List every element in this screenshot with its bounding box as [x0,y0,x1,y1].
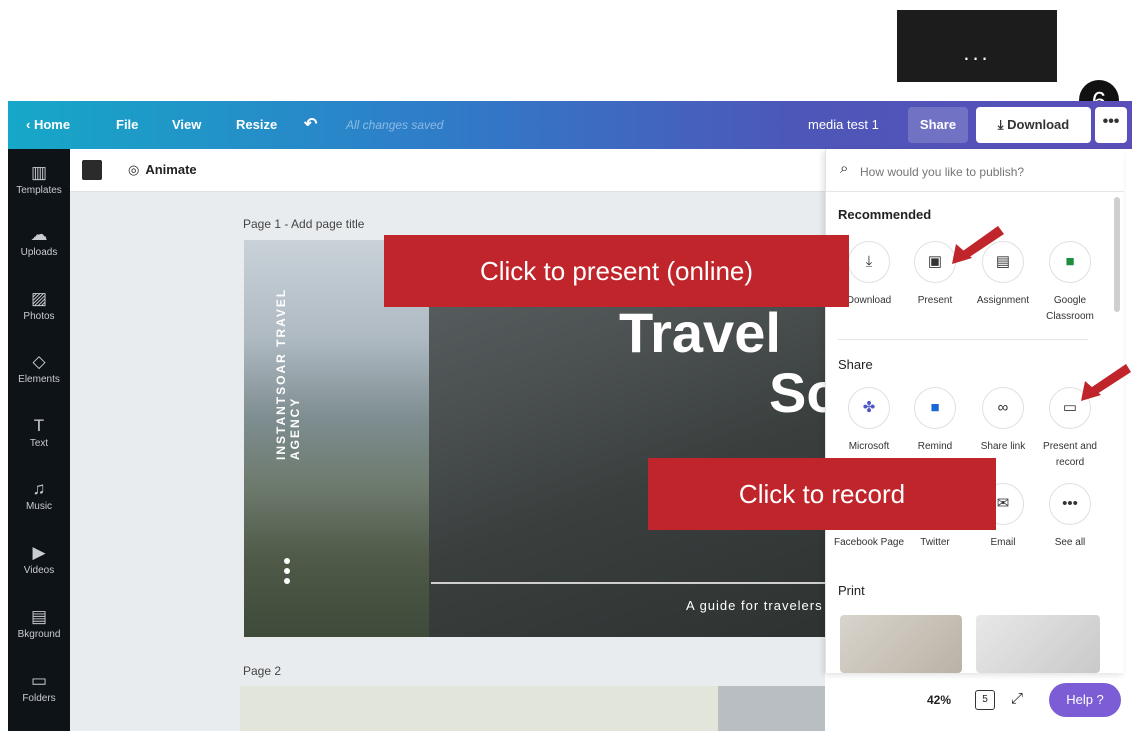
arrow-to-record-icon [1081,364,1131,401]
annotation-arrows [952,226,1131,401]
arrow-to-present-icon [952,226,1004,264]
